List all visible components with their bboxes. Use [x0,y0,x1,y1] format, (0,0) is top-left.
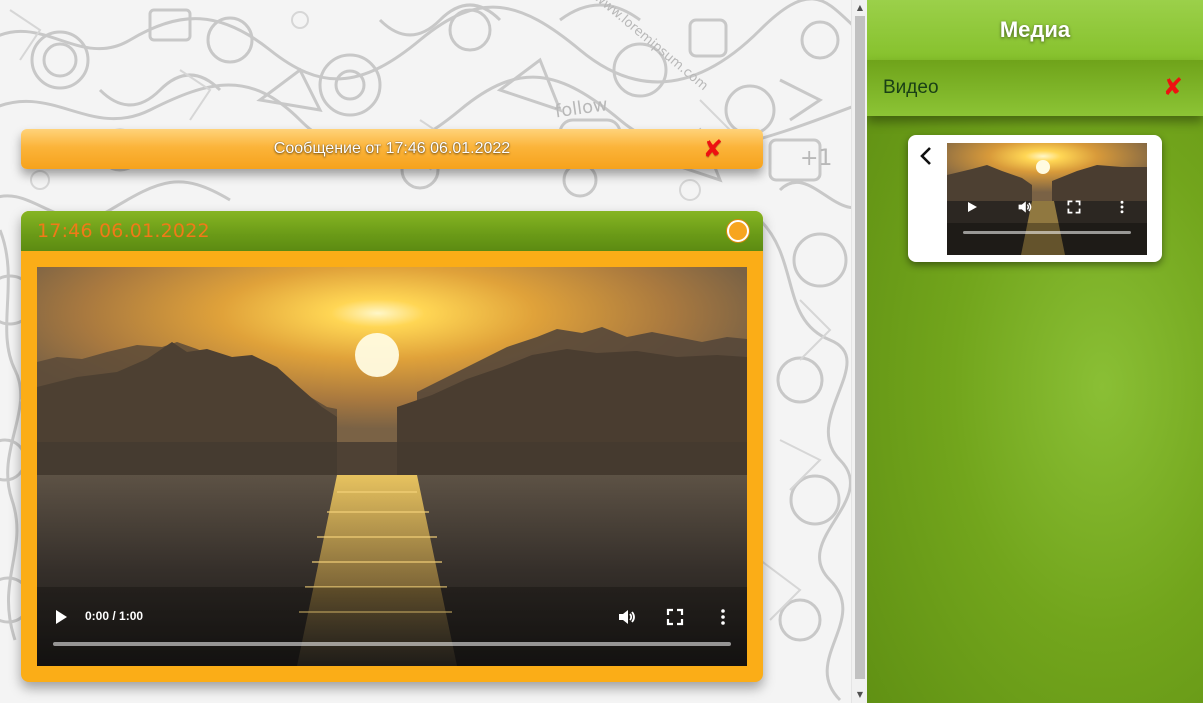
back-chevron-icon[interactable] [918,145,934,167]
thumbnail-fullscreen-icon[interactable] [1066,199,1082,215]
scroll-up-arrow-icon[interactable]: ▲ [852,1,868,15]
thumbnail-more-options-icon[interactable] [1114,199,1130,215]
volume-icon[interactable] [617,607,637,627]
media-panel-header: Медиа [867,0,1203,60]
video-section-header: Видео ✘ [867,60,1203,116]
video-progress-bar[interactable] [53,642,731,646]
video-frame-sunset-image [37,267,747,666]
play-icon[interactable] [53,609,69,625]
status-circle-icon[interactable] [727,220,749,242]
fullscreen-icon[interactable] [665,607,685,627]
vertical-scrollbar[interactable]: ▲ ▼ [851,0,867,703]
thumbnail-play-icon[interactable] [966,201,978,213]
message-header-bar: Сообщение от 17:46 06.01.2022 ✘ [21,129,763,169]
close-message-icon[interactable]: ✘ [703,135,723,163]
doodle-text-url: www.loremipsum.com [591,0,711,94]
close-media-icon[interactable]: ✘ [1163,73,1183,101]
doodle-text-plus-one: +1 [800,146,832,171]
message-header-title: Сообщение от 17:46 06.01.2022 [273,140,511,157]
thumbnail-volume-icon[interactable] [1017,199,1033,215]
thumbnail-progress-bar[interactable] [963,231,1131,234]
video-thumbnail[interactable] [947,143,1147,255]
scroll-down-arrow-icon[interactable]: ▼ [852,688,868,702]
video-time-display: 0:00 / 1:00 [85,609,144,623]
message-timestamp: 17:46 06.01.2022 [37,220,210,242]
message-card: 17:46 06.01.2022 0:00 / 1:00 [21,211,763,682]
media-panel-title: Медиа [999,17,1071,42]
video-player[interactable]: 0:00 / 1:00 [37,267,747,666]
video-thumbnail-card[interactable] [908,135,1162,262]
doodle-text-follow: follow [554,94,609,122]
video-section-title: Видео [883,77,939,98]
more-options-icon[interactable] [713,607,733,627]
message-card-header: 17:46 06.01.2022 [21,211,763,251]
media-panel: Медиа Видео ✘ [867,0,1203,703]
scrollbar-thumb[interactable] [855,16,865,679]
